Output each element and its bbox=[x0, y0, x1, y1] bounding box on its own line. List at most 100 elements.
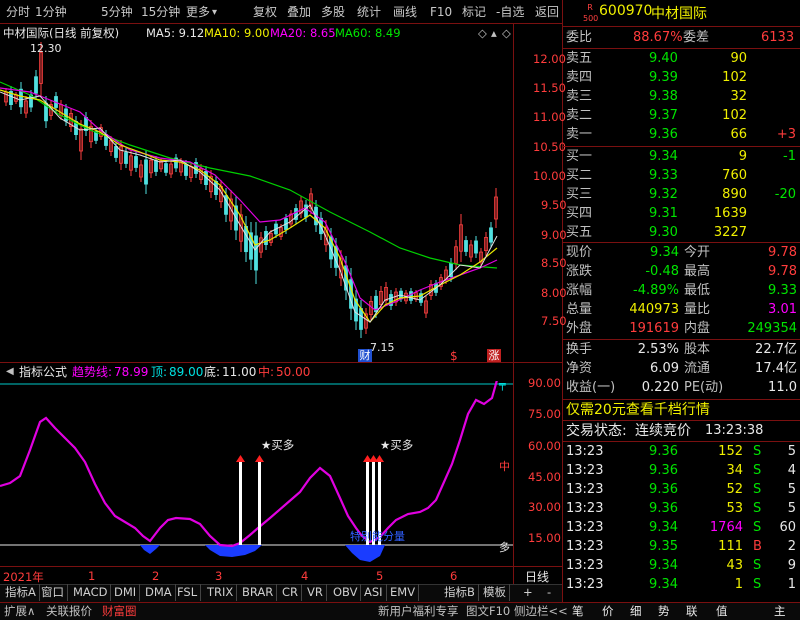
func-key-jia[interactable]: 价 bbox=[602, 602, 614, 620]
buy-level-label: 买五 bbox=[566, 225, 593, 240]
func-key-zhu[interactable]: 主 bbox=[774, 602, 786, 620]
trade-status: 连续竞价 bbox=[635, 423, 691, 439]
diamond-icon[interactable]: ◇ bbox=[502, 24, 511, 42]
tab-macd[interactable]: MACD bbox=[70, 584, 112, 601]
toolbar-btn-f10[interactable]: F10 bbox=[430, 3, 452, 22]
stat-value: 9.78 bbox=[768, 245, 797, 260]
stat-value: 249354 bbox=[747, 321, 797, 336]
related-quote-button[interactable]: 关联报价 bbox=[46, 602, 92, 620]
stock-code[interactable]: 600970 bbox=[599, 3, 652, 19]
toolbar-btn-diejia[interactable]: 叠加 bbox=[287, 3, 311, 22]
tick-price: 9.36 bbox=[649, 444, 678, 459]
toolbar-btn-5min[interactable]: 5分钟 bbox=[101, 3, 133, 22]
triangle-up-icon[interactable]: ▴ bbox=[491, 24, 497, 42]
tab-brar[interactable]: BRAR bbox=[239, 584, 278, 601]
indicator-name[interactable]: 指标公式 bbox=[19, 363, 67, 381]
tab-template[interactable]: 模板 bbox=[480, 584, 510, 601]
new-user-benefit-link[interactable]: 新用户福利专享 bbox=[378, 602, 459, 620]
tick-price: 9.34 bbox=[649, 520, 678, 535]
wealth-circle-button[interactable]: 财富圈 bbox=[102, 602, 137, 620]
tab-dmi[interactable]: DMI bbox=[111, 584, 141, 601]
tab-indicator-b[interactable]: 指标B bbox=[441, 584, 479, 601]
tick-count: 1 bbox=[787, 577, 796, 592]
tick-volume: 152 bbox=[718, 444, 743, 459]
tick-volume: 53 bbox=[726, 501, 743, 516]
indicator-dropdown-icon[interactable]: ◀ bbox=[6, 363, 14, 381]
tab-trix[interactable]: TRIX bbox=[204, 584, 238, 601]
tick-volume: 111 bbox=[718, 539, 743, 554]
candle-body bbox=[114, 146, 118, 158]
candle-body bbox=[464, 240, 468, 252]
event-marker-zhang[interactable]: 涨 bbox=[487, 349, 501, 363]
indicator-tick: 60.00 bbox=[528, 439, 561, 453]
func-key-shi[interactable]: 势 bbox=[658, 602, 670, 620]
buy-level-change: -20 bbox=[774, 187, 796, 202]
toolbar-btn-more[interactable]: 更多 bbox=[186, 3, 210, 22]
stat-label: 总量 bbox=[566, 302, 593, 317]
chevron-down-icon[interactable]: ▾ bbox=[212, 3, 217, 22]
sell-level-price: 9.37 bbox=[649, 108, 678, 123]
toolbar-btn-biaoji[interactable]: 标记 bbox=[462, 3, 486, 22]
fund-label: 股本 bbox=[684, 342, 711, 357]
tab-dma[interactable]: DMA bbox=[142, 584, 176, 601]
toolbar-btn-huaxian[interactable]: 画线 bbox=[393, 3, 417, 22]
tab-plus[interactable]: + bbox=[520, 584, 536, 601]
tab-asi[interactable]: ASI bbox=[361, 584, 387, 601]
low-price-label: 7.15 bbox=[370, 341, 395, 354]
tab-minus[interactable]: - bbox=[544, 584, 554, 601]
sell-level-price: 9.38 bbox=[649, 89, 678, 104]
tab-indicator-a[interactable]: 指标A bbox=[2, 584, 40, 601]
func-key-xi[interactable]: 细 bbox=[630, 602, 642, 620]
weibi-label: 委比 bbox=[566, 30, 593, 45]
promo-link[interactable]: 仅需20元查看千档行情 bbox=[566, 400, 710, 420]
period-label[interactable]: 日线 bbox=[525, 568, 549, 585]
tab-vr[interactable]: VR bbox=[304, 584, 327, 601]
quote-panel: R 500 600970 中材国际 委比 88.67% 委差 6133 仅需20… bbox=[563, 0, 800, 602]
tick-side: S bbox=[753, 482, 762, 497]
func-key-lian[interactable]: 联 bbox=[686, 602, 698, 620]
f10-link[interactable]: 图文F10 bbox=[466, 602, 510, 620]
event-marker-dollar[interactable]: $ bbox=[450, 349, 458, 363]
stat-value: 440973 bbox=[629, 302, 679, 317]
sidebar-toggle[interactable]: 侧边栏<< bbox=[514, 602, 568, 620]
tab-cr[interactable]: CR bbox=[279, 584, 303, 601]
fund-value: 0.220 bbox=[641, 380, 679, 395]
fund-label: 净资 bbox=[566, 361, 593, 376]
toolbar-btn-fuquan[interactable]: 复权 bbox=[253, 3, 277, 22]
func-key-zhi[interactable]: 值 bbox=[716, 602, 728, 620]
tick-volume: 1 bbox=[734, 577, 743, 592]
buy-label: ★买多 bbox=[380, 438, 414, 452]
bottom-label: 底: bbox=[204, 365, 221, 379]
stat-label: 今开 bbox=[684, 245, 711, 260]
toolbar-btn-fanhui[interactable]: 返回 bbox=[535, 3, 559, 22]
toolbar-btn-zixuan[interactable]: -自选 bbox=[496, 3, 524, 22]
tab-window[interactable]: 窗口 bbox=[38, 584, 68, 601]
toolbar-btn-duogu[interactable]: 多股 bbox=[321, 3, 345, 22]
toolbar-btn-1min[interactable]: 1分钟 bbox=[35, 3, 67, 22]
quote-divider bbox=[563, 26, 800, 27]
ma10-label: MA10: 9.00 bbox=[204, 26, 270, 40]
sell-level-volume: 102 bbox=[722, 70, 747, 85]
tab-emv[interactable]: EMV bbox=[387, 584, 420, 601]
fund-label: PE(动) bbox=[684, 380, 724, 395]
tab-obv[interactable]: OBV bbox=[330, 584, 362, 601]
price-chart[interactable] bbox=[0, 42, 513, 362]
tick-count: 4 bbox=[787, 463, 796, 478]
tick-volume: 52 bbox=[726, 482, 743, 497]
tick-time: 13:23 bbox=[566, 558, 604, 573]
tab-fsl[interactable]: FSL bbox=[174, 584, 202, 601]
buy-level-label: 买一 bbox=[566, 149, 593, 164]
diamond-icon[interactable]: ◇ bbox=[478, 24, 487, 42]
stock-name[interactable]: 中材国际 bbox=[651, 3, 707, 23]
stat-label: 现价 bbox=[566, 245, 593, 260]
toolbar-btn-15min[interactable]: 15分钟 bbox=[141, 3, 180, 22]
stat-value: 191619 bbox=[629, 321, 679, 336]
expand-button[interactable]: 扩展∧ bbox=[4, 602, 35, 620]
event-marker-cai[interactable]: 财 bbox=[358, 349, 372, 363]
stock-title: 中材国际(日线 前复权) bbox=[3, 26, 120, 40]
func-key-bi[interactable]: 笔 bbox=[572, 602, 584, 620]
indicator-chart[interactable] bbox=[0, 381, 513, 566]
candle-body bbox=[409, 291, 413, 301]
toolbar-btn-tongji[interactable]: 统计 bbox=[357, 3, 381, 22]
toolbar-btn-fenshi[interactable]: 分时 bbox=[6, 3, 30, 22]
